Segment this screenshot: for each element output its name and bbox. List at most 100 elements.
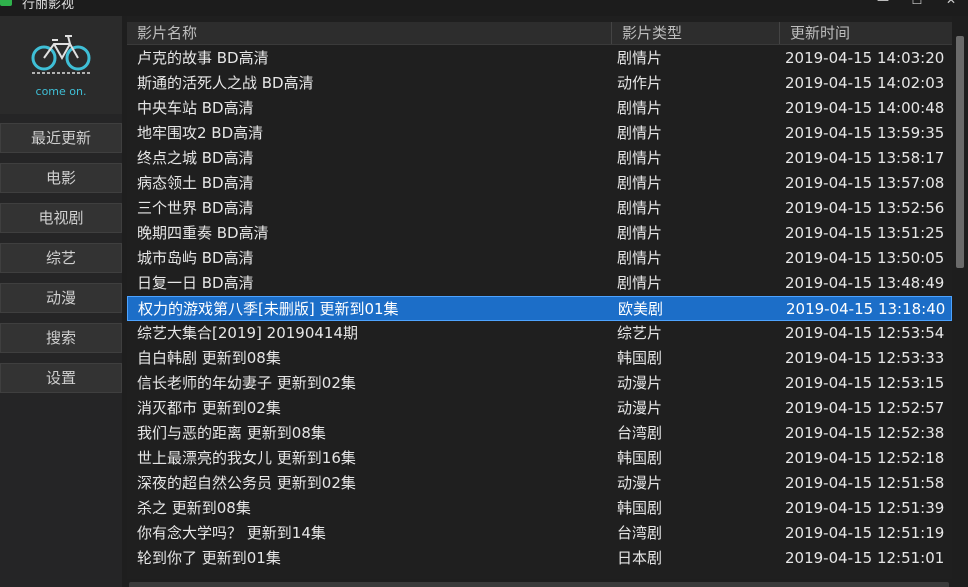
table-row[interactable]: 我们与恶的距离 更新到08集 台湾剧 2019-04-15 12:52:38 [127, 421, 952, 446]
close-button[interactable]: ✕ [936, 0, 966, 10]
video-name: 日复一日 BD高清 [137, 274, 254, 292]
video-type: 动漫片 [617, 399, 663, 417]
update-time: 2019-04-15 12:51:58 [785, 474, 945, 492]
update-time: 2019-04-15 13:48:49 [785, 274, 945, 292]
video-type: 剧情片 [617, 274, 663, 292]
video-type: 综艺片 [617, 324, 663, 342]
video-type: 韩国剧 [617, 449, 663, 467]
horizontal-scrollbar-thumb[interactable] [129, 582, 949, 587]
update-time: 2019-04-15 14:02:03 [785, 74, 945, 92]
video-name: 自白韩剧 更新到08集 [137, 349, 281, 367]
table-row[interactable]: 斯通的活死人之战 BD高清 动作片 2019-04-15 14:02:03 [127, 71, 952, 96]
video-type: 动漫片 [617, 474, 663, 492]
nav-recent-button[interactable]: 最近更新 [0, 123, 122, 153]
sidebar: come on. 最近更新 电影 电视剧 综艺 动漫 搜索 设置 [0, 16, 122, 587]
video-type: 欧美剧 [618, 300, 664, 318]
table-row[interactable]: 自白韩剧 更新到08集 韩国剧 2019-04-15 12:53:33 [127, 346, 952, 371]
nav-settings-button[interactable]: 设置 [0, 363, 122, 393]
video-type: 剧情片 [617, 124, 663, 142]
horizontal-scrollbar[interactable] [127, 579, 952, 587]
table-row[interactable]: 终点之城 BD高清 剧情片 2019-04-15 13:58:17 [127, 146, 952, 171]
table-row[interactable]: 信长老师的年幼妻子 更新到02集 动漫片 2019-04-15 12:53:15 [127, 371, 952, 396]
video-type: 剧情片 [617, 174, 663, 192]
video-name: 综艺大集合[2019] 20190414期 [137, 324, 358, 342]
update-time: 2019-04-15 13:51:25 [785, 224, 945, 242]
table-row[interactable]: 卢克的故事 BD高清 剧情片 2019-04-15 14:03:20 [127, 46, 952, 71]
update-time: 2019-04-15 12:51:19 [785, 524, 945, 542]
table-header: 影片名称 影片类型 更新时间 [127, 22, 952, 45]
table-row[interactable]: 你有念大学吗？ 更新到14集 台湾剧 2019-04-15 12:51:19 [127, 521, 952, 546]
table-row[interactable]: 病态领土 BD高清 剧情片 2019-04-15 13:57:08 [127, 171, 952, 196]
maximize-button[interactable]: ☐ [902, 0, 932, 10]
update-time: 2019-04-15 14:00:48 [785, 99, 945, 117]
video-name: 晚期四重奏 BD高清 [137, 224, 269, 242]
table-row[interactable]: 消灭都市 更新到02集 动漫片 2019-04-15 12:52:57 [127, 396, 952, 421]
update-time: 2019-04-15 12:53:33 [785, 349, 945, 367]
video-name: 斯通的活死人之战 BD高清 [137, 74, 314, 92]
video-type: 日本剧 [617, 549, 663, 567]
vertical-scrollbar[interactable] [952, 16, 968, 587]
video-type: 动作片 [617, 74, 663, 92]
column-header-name[interactable]: 影片名称 [127, 22, 612, 44]
table-row[interactable]: 日复一日 BD高清 剧情片 2019-04-15 13:48:49 [127, 271, 952, 296]
update-time: 2019-04-15 13:18:40 [786, 300, 946, 318]
app-icon [0, 0, 12, 6]
table-row[interactable]: 杀之 更新到08集 韩国剧 2019-04-15 12:51:39 [127, 496, 952, 521]
table-row-selected[interactable]: 权力的游戏第八季[未删版] 更新到01集 欧美剧 2019-04-15 13:1… [127, 296, 952, 321]
video-name: 你有念大学吗？ 更新到14集 [137, 524, 326, 542]
window-title: 行丽影视 [22, 0, 75, 12]
video-name: 城市岛屿 BD高清 [137, 249, 254, 267]
table-row[interactable]: 深夜的超自然公务员 更新到02集 动漫片 2019-04-15 12:51:58 [127, 471, 952, 496]
table-row[interactable]: 晚期四重奏 BD高清 剧情片 2019-04-15 13:51:25 [127, 221, 952, 246]
video-name: 世上最漂亮的我女儿 更新到16集 [137, 449, 356, 467]
bicycle-icon [31, 35, 91, 74]
video-type: 韩国剧 [617, 349, 663, 367]
video-type: 台湾剧 [617, 524, 663, 542]
video-name: 地牢围攻2 BD高清 [137, 124, 264, 142]
update-time: 2019-04-15 12:53:54 [785, 324, 945, 342]
nav-search-button[interactable]: 搜索 [0, 323, 122, 353]
video-type: 剧情片 [617, 249, 663, 267]
table-row[interactable]: 世上最漂亮的我女儿 更新到16集 韩国剧 2019-04-15 12:52:18 [127, 446, 952, 471]
table-row[interactable]: 三个世界 BD高清 剧情片 2019-04-15 13:52:56 [127, 196, 952, 221]
video-type: 动漫片 [617, 374, 663, 392]
video-type: 韩国剧 [617, 499, 663, 517]
video-table: 影片名称 影片类型 更新时间 卢克的故事 BD高清 剧情片 2019-04-15… [127, 16, 952, 579]
video-type: 剧情片 [617, 149, 663, 167]
nav-anime-button[interactable]: 动漫 [0, 283, 122, 313]
table-row[interactable]: 综艺大集合[2019] 20190414期 综艺片 2019-04-15 12:… [127, 321, 952, 346]
minimize-button[interactable]: — [868, 0, 898, 10]
video-type: 剧情片 [617, 99, 663, 117]
logo-text: come on. [35, 85, 87, 98]
video-name: 三个世界 BD高清 [137, 199, 254, 217]
update-time: 2019-04-15 12:52:18 [785, 449, 945, 467]
video-name: 终点之城 BD高清 [137, 149, 254, 167]
title-bar: 行丽影视 — ☐ ✕ [0, 0, 968, 16]
update-time: 2019-04-15 13:50:05 [785, 249, 945, 267]
video-name: 信长老师的年幼妻子 更新到02集 [137, 374, 356, 392]
video-type: 剧情片 [617, 224, 663, 242]
column-header-time[interactable]: 更新时间 [780, 22, 952, 44]
table-row[interactable]: 地牢围攻2 BD高清 剧情片 2019-04-15 13:59:35 [127, 121, 952, 146]
update-time: 2019-04-15 12:52:38 [785, 424, 945, 442]
column-header-type[interactable]: 影片类型 [612, 22, 780, 44]
update-time: 2019-04-15 12:53:15 [785, 374, 945, 392]
vertical-scrollbar-thumb[interactable] [956, 36, 964, 268]
table-row[interactable]: 中央车站 BD高清 剧情片 2019-04-15 14:00:48 [127, 96, 952, 121]
update-time: 2019-04-15 12:52:57 [785, 399, 945, 417]
nav-movie-button[interactable]: 电影 [0, 163, 122, 193]
video-name: 深夜的超自然公务员 更新到02集 [137, 474, 356, 492]
update-time: 2019-04-15 12:51:39 [785, 499, 945, 517]
video-name: 中央车站 BD高清 [137, 99, 254, 117]
nav-variety-button[interactable]: 综艺 [0, 243, 122, 273]
video-name: 病态领土 BD高清 [137, 174, 254, 192]
video-name: 消灭都市 更新到02集 [137, 399, 281, 417]
table-row[interactable]: 轮到你了 更新到01集 日本剧 2019-04-15 12:51:01 [127, 546, 952, 571]
table-row[interactable]: 城市岛屿 BD高清 剧情片 2019-04-15 13:50:05 [127, 246, 952, 271]
video-name: 权力的游戏第八季[未删版] 更新到01集 [138, 300, 399, 318]
update-time: 2019-04-15 13:58:17 [785, 149, 945, 167]
nav-tv-button[interactable]: 电视剧 [0, 203, 122, 233]
update-time: 2019-04-15 12:51:01 [785, 549, 945, 567]
video-name: 我们与恶的距离 更新到08集 [137, 424, 326, 442]
video-name: 卢克的故事 BD高清 [137, 49, 269, 67]
